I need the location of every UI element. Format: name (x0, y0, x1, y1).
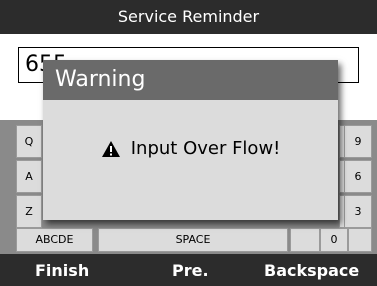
dialog-message-text: Input Over Flow! (130, 138, 281, 159)
dialog-title: Warning (43, 60, 338, 100)
key-0[interactable]: 0 (320, 228, 348, 252)
key-z[interactable]: Z (16, 195, 42, 228)
key-3[interactable]: 3 (344, 195, 372, 228)
key-abcde[interactable]: ABCDE (16, 228, 93, 252)
warning-dialog: Warning Input Over Flow! (43, 60, 338, 220)
finish-button[interactable]: Finish (35, 261, 89, 280)
key-blank-4[interactable] (290, 228, 320, 252)
screen-title: Service Reminder (117, 7, 260, 26)
dialog-body: Input Over Flow! (43, 100, 338, 220)
key-6[interactable]: 6 (344, 160, 372, 193)
dialog-message: Input Over Flow! (101, 138, 280, 159)
warning-triangle-icon (102, 141, 120, 157)
key-space[interactable]: SPACE (98, 228, 288, 252)
softkey-bar: Finish Pre. Backspace (0, 254, 377, 286)
key-a[interactable]: A (16, 160, 42, 193)
key-q[interactable]: Q (16, 125, 42, 158)
title-bar: Service Reminder (0, 0, 377, 34)
key-9[interactable]: 9 (344, 125, 372, 158)
prev-button[interactable]: Pre. (172, 261, 209, 280)
backspace-button[interactable]: Backspace (264, 261, 359, 280)
key-blank-5[interactable] (348, 228, 372, 252)
